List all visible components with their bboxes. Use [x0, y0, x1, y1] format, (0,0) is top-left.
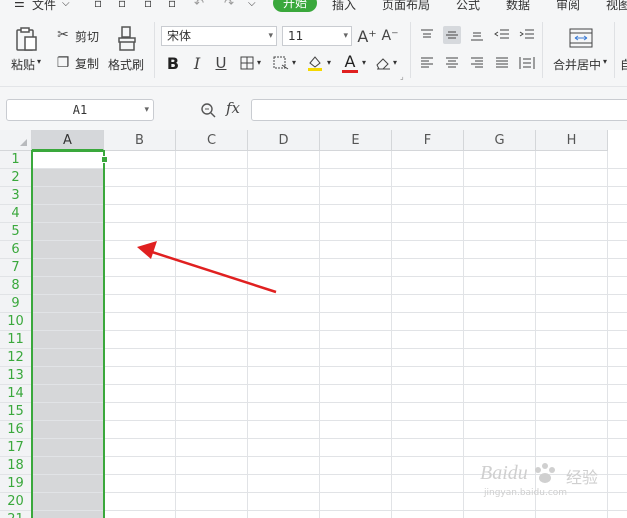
borders-icon[interactable] [238, 54, 256, 72]
decrease-indent-icon[interactable] [493, 26, 511, 44]
spreadsheet-grid: ABCDEFGH 1 2 3 4 5 6 7 8 9 10 11 12 13 14 15 16 17 18 19 20… [0, 130, 627, 518]
chevron-down-icon[interactable]: ▾ [292, 58, 296, 67]
font-name-select[interactable]: 宋体 ▾ [161, 26, 277, 46]
chevron-down-icon[interactable]: ▾ [257, 58, 261, 67]
auto-wrap-button[interactable]: 自 [620, 56, 627, 73]
cut-button[interactable]: 剪切 [75, 28, 99, 45]
scissors-icon[interactable]: ✂ [54, 26, 72, 44]
font-size-value: 11 [288, 29, 304, 43]
chevron-down-icon[interactable]: ▾ [603, 57, 607, 66]
italic-button[interactable]: I [188, 54, 206, 73]
font-color-glyph: A [344, 51, 356, 71]
align-middle-icon[interactable] [443, 26, 461, 44]
baidu-watermark: Baidu 经验 jingyan.baidu.com [480, 456, 620, 500]
merge-center-icon[interactable] [569, 28, 593, 48]
chevron-down-icon[interactable]: ▾ [362, 58, 366, 67]
tab-formulas[interactable]: 公式 [456, 0, 480, 13]
tab-review[interactable]: 审阅 [556, 0, 580, 13]
undo-icon[interactable]: ↶ [194, 0, 204, 10]
paste-button[interactable]: 粘贴 [11, 56, 35, 73]
chevron-down-icon[interactable]: ▾ [327, 58, 331, 67]
fill-color-icon[interactable] [306, 54, 324, 72]
grow-font-icon[interactable]: A⁺ [357, 27, 376, 46]
watermark-url: jingyan.baidu.com [484, 488, 568, 498]
name-box[interactable]: A1 ▾ [6, 99, 154, 121]
ribbon-separator [154, 22, 155, 78]
save-icon[interactable]: ▫ [94, 0, 102, 10]
font-size-select[interactable]: 11 ▾ [282, 26, 352, 46]
underline-button[interactable]: U [212, 54, 230, 72]
font-dialog-launcher-icon[interactable]: ⌟ [400, 72, 404, 81]
copy-icon[interactable]: ❐ [54, 54, 72, 72]
paste-dropdown-icon[interactable]: ▾ [37, 57, 41, 66]
font-color-swatch [342, 70, 358, 73]
ribbon-separator [410, 22, 411, 78]
print-preview-icon[interactable]: ▫ [168, 0, 176, 10]
watermark-brand: Baidu [480, 462, 528, 484]
tab-insert[interactable]: 插入 [332, 0, 356, 13]
ribbon-separator [542, 22, 543, 78]
tab-page-layout[interactable]: 页面布局 [382, 0, 430, 13]
cell-reference: A1 [72, 103, 88, 117]
align-left-icon[interactable] [418, 54, 436, 72]
format-painter-icon[interactable] [116, 26, 138, 52]
tab-data[interactable]: 数据 [506, 0, 530, 13]
menu-file[interactable]: 文件 [32, 0, 56, 13]
font-color-icon[interactable]: A [341, 51, 359, 71]
align-right-icon[interactable] [468, 54, 486, 72]
shrink-font-icon[interactable]: A⁻ [381, 27, 399, 45]
chevron-down-icon: ▾ [343, 31, 348, 41]
distributed-align-icon[interactable] [518, 54, 536, 72]
bold-button[interactable]: B [164, 54, 182, 73]
increase-indent-icon[interactable] [518, 26, 536, 44]
paste-icon[interactable] [14, 26, 40, 52]
chevron-down-icon: ▾ [268, 31, 273, 41]
font-name-value: 宋体 [167, 29, 192, 43]
function-button[interactable]: fx [226, 99, 240, 117]
justify-icon[interactable] [493, 54, 511, 72]
search-icon[interactable] [200, 102, 216, 118]
hamburger-icon[interactable]: ☰ [14, 0, 25, 10]
copy-button[interactable]: 复制 [75, 55, 99, 72]
watermark-sub: 经验 [566, 468, 599, 487]
menu-bar: ☰ 文件 ⌵ ▫ ▫ ▫ ▫ ↶ ↷ ⌵ 开始 插入 页面布局 公式 数据 审阅… [0, 0, 627, 14]
export-icon[interactable]: ▫ [118, 0, 126, 10]
merge-center-button[interactable]: 合并居中 [553, 56, 601, 73]
more-icon[interactable]: ⌵ [248, 0, 256, 9]
eraser-icon[interactable] [374, 54, 392, 72]
formula-bar: A1 ▾ fx [0, 86, 627, 131]
ribbon-separator [614, 22, 615, 78]
align-bottom-icon[interactable] [468, 26, 486, 44]
align-center-icon[interactable] [443, 54, 461, 72]
format-painter-button[interactable]: 格式刷 [108, 56, 144, 73]
ribbon-toolbar: 粘贴 ▾ ✂ 剪切 ❐ 复制 格式刷 宋体 ▾ 11 ▾ A⁺ A⁻ B I U… [0, 14, 627, 86]
redo-icon[interactable]: ↷ [224, 0, 234, 10]
chevron-down-icon[interactable]: ▾ [393, 58, 397, 67]
cell-style-icon[interactable] [272, 54, 290, 72]
chevron-down-icon: ▾ [144, 105, 149, 115]
formula-input[interactable] [251, 99, 627, 121]
chevron-down-icon[interactable]: ⌵ [62, 0, 70, 9]
tab-home[interactable]: 开始 [273, 0, 317, 12]
print-icon[interactable]: ▫ [144, 0, 152, 10]
align-top-icon[interactable] [418, 26, 436, 44]
tab-view[interactable]: 视图 [606, 0, 627, 13]
